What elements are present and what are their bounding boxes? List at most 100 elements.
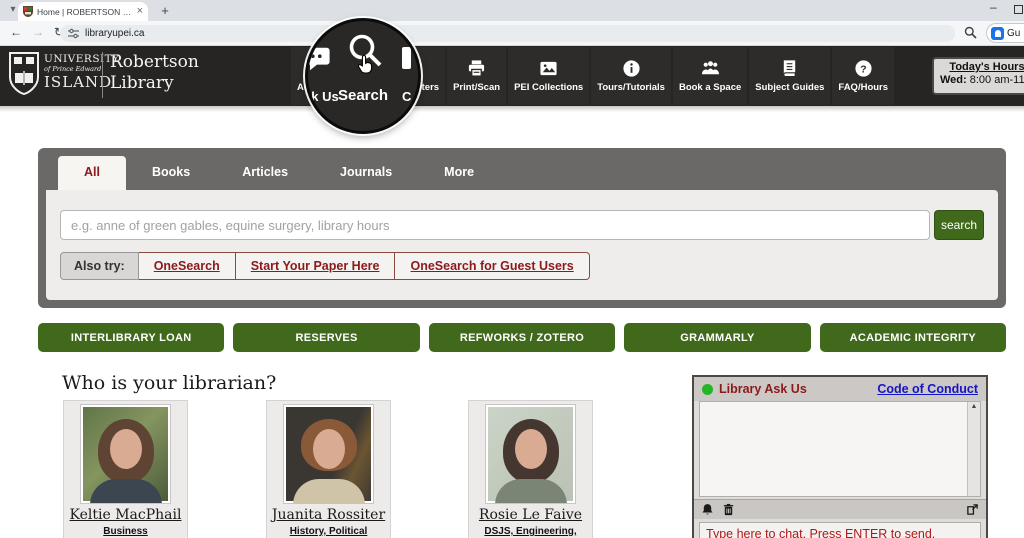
todays-hours-box: Today's Hours Wed: 8:00 am-11:00 xyxy=(932,57,1024,95)
search-submit-button[interactable]: search xyxy=(934,210,984,240)
back-icon[interactable]: ← xyxy=(10,25,22,39)
university-line1: UNIVERSITY xyxy=(44,53,120,65)
page-zoom-icon[interactable] xyxy=(964,26,977,39)
nav-label: Book a Space xyxy=(679,82,741,93)
onesearch-link[interactable]: OneSearch xyxy=(139,252,236,280)
question-icon: ? xyxy=(854,59,873,78)
librarian-section-heading: Who is your librarian? xyxy=(62,372,276,394)
librarian-photo[interactable] xyxy=(485,404,576,504)
upei-crest-icon[interactable] xyxy=(8,51,40,97)
librarian-subjects-link[interactable]: DSJS, Engineering, Mathematics and more xyxy=(469,525,592,538)
librarian-card: Juanita Rossiter History, Political Scie… xyxy=(266,400,391,538)
address-bar[interactable]: libraryupei.ca xyxy=(60,25,955,42)
search-tabs: All Books Articles Journals More xyxy=(58,156,500,190)
url-text: libraryupei.ca xyxy=(85,28,144,39)
tab-books[interactable]: Books xyxy=(126,156,216,190)
tab-close-icon[interactable]: × xyxy=(137,6,143,17)
librarian-subjects-link[interactable]: Business xyxy=(64,525,187,538)
nav-label: Print/Scan xyxy=(453,82,500,93)
nav-item-pei-collections[interactable]: PEI Collections xyxy=(508,47,589,105)
bell-icon[interactable] xyxy=(701,503,714,516)
quick-links-row: INTERLIBRARY LOAN RESERVES REFWORKS / ZO… xyxy=(38,323,1006,352)
code-of-conduct-link[interactable]: Code of Conduct xyxy=(877,382,978,396)
refworks-zotero-button[interactable]: REFWORKS / ZOTERO xyxy=(429,323,615,352)
chat-input-wrap xyxy=(699,522,981,538)
browser-toolbar: ← → ↻ libraryupei.ca Gu xyxy=(0,21,1024,46)
university-line2: of Prince Edward xyxy=(44,65,120,73)
forward-icon[interactable]: → xyxy=(32,25,44,39)
nav-label: PEI Collections xyxy=(514,82,583,93)
spotlight-loupe: sk Us Search C xyxy=(305,18,421,134)
loupe-icon-fragment xyxy=(402,47,411,69)
librarian-photo[interactable] xyxy=(80,404,171,504)
nav-item-print-scan[interactable]: Print/Scan xyxy=(447,47,506,105)
loupe-computers-fragment: C xyxy=(402,89,411,104)
tab-journals[interactable]: Journals xyxy=(314,156,418,190)
also-try-label: Also try: xyxy=(60,252,139,280)
tab-articles[interactable]: Articles xyxy=(216,156,314,190)
tab-more[interactable]: More xyxy=(418,156,500,190)
svg-text:?: ? xyxy=(860,64,866,75)
librarian-photo[interactable] xyxy=(283,404,374,504)
start-your-paper-link[interactable]: Start Your Paper Here xyxy=(236,252,396,280)
nav-item-faq-hours[interactable]: ? FAQ/Hours xyxy=(832,47,894,105)
tab-all[interactable]: All xyxy=(58,156,126,190)
chat-header: Library Ask Us Code of Conduct xyxy=(694,377,986,401)
interlibrary-loan-button[interactable]: INTERLIBRARY LOAN xyxy=(38,323,224,352)
grammarly-button[interactable]: GRAMMARLY xyxy=(624,323,810,352)
onesearch-guest-link[interactable]: OneSearch for Guest Users xyxy=(395,252,589,280)
todays-hours-link[interactable]: Today's Hours xyxy=(940,61,1024,73)
librarian-name-link[interactable]: Rosie Le Faive xyxy=(469,507,592,523)
site-title[interactable]: Robertson Library xyxy=(110,52,199,95)
librarian-name-link[interactable]: Juanita Rossiter xyxy=(267,507,390,523)
librarian-name-link[interactable]: Keltie MacPhail xyxy=(64,507,187,523)
printer-icon xyxy=(467,59,486,78)
image-icon xyxy=(539,59,558,78)
nav-label: FAQ/Hours xyxy=(838,82,888,93)
online-status-icon xyxy=(702,384,713,395)
search-panel: All Books Articles Journals More search … xyxy=(38,148,1006,308)
new-tab-icon[interactable]: + xyxy=(158,3,172,18)
library-chat-widget: Library Ask Us Code of Conduct ▲ xyxy=(692,375,988,538)
chat-message-area: ▲ xyxy=(699,401,981,497)
nav-item-subject-guides[interactable]: Subject Guides xyxy=(749,47,830,105)
trash-icon[interactable] xyxy=(722,503,735,516)
hours-time: 8:00 am-11:00 xyxy=(970,74,1024,86)
window-maximize-icon[interactable] xyxy=(1014,5,1023,14)
profile-chip[interactable]: Gu xyxy=(986,23,1024,43)
university-wordmark: UNIVERSITY of Prince Edward ISLAND xyxy=(44,53,120,91)
logo-divider xyxy=(102,52,103,98)
library-search-input[interactable] xyxy=(60,210,930,240)
scroll-up-icon[interactable]: ▲ xyxy=(968,403,980,410)
site-title-line2: Library xyxy=(110,73,199,94)
todays-hours-value: Wed: 8:00 am-11:00 xyxy=(940,74,1024,86)
window-minimize-icon[interactable]: – xyxy=(990,0,997,14)
also-try-group: Also try: OneSearch Start Your Paper Her… xyxy=(60,252,590,280)
browser-tab-strip: ▾ Home | ROBERTSON LIBRARY × + – xyxy=(0,0,1024,21)
browser-window: ▾ Home | ROBERTSON LIBRARY × + – ← → ↻ l… xyxy=(0,0,1024,538)
browser-tab[interactable]: Home | ROBERTSON LIBRARY × xyxy=(18,2,148,21)
nav-label: Subject Guides xyxy=(755,82,824,93)
header-shadow xyxy=(0,106,1024,112)
site-info-icon[interactable] xyxy=(68,28,79,39)
info-icon xyxy=(622,59,641,78)
hours-day: Wed: xyxy=(940,74,967,86)
book-icon xyxy=(780,59,799,78)
librarian-subjects-link[interactable]: History, Political Science, Island Studi… xyxy=(267,525,390,538)
people-icon xyxy=(701,59,720,78)
chat-title: Library Ask Us xyxy=(719,382,807,396)
tab-title: Home | ROBERTSON LIBRARY xyxy=(37,7,133,17)
nav-item-book-a-space[interactable]: Book a Space xyxy=(673,47,747,105)
chat-toolbar xyxy=(694,499,986,519)
profile-avatar xyxy=(991,27,1004,40)
site-title-line1: Robertson xyxy=(110,52,199,73)
university-line3: ISLAND xyxy=(44,73,120,91)
nav-label: Tours/Tutorials xyxy=(597,82,665,93)
chat-scrollbar[interactable]: ▲ xyxy=(967,402,980,496)
academic-integrity-button[interactable]: ACADEMIC INTEGRITY xyxy=(820,323,1006,352)
reserves-button[interactable]: RESERVES xyxy=(233,323,419,352)
open-external-icon[interactable] xyxy=(966,503,979,516)
chat-input[interactable] xyxy=(700,523,980,538)
nav-item-tours-tutorials[interactable]: Tours/Tutorials xyxy=(591,47,671,105)
cursor-icon xyxy=(357,54,374,74)
